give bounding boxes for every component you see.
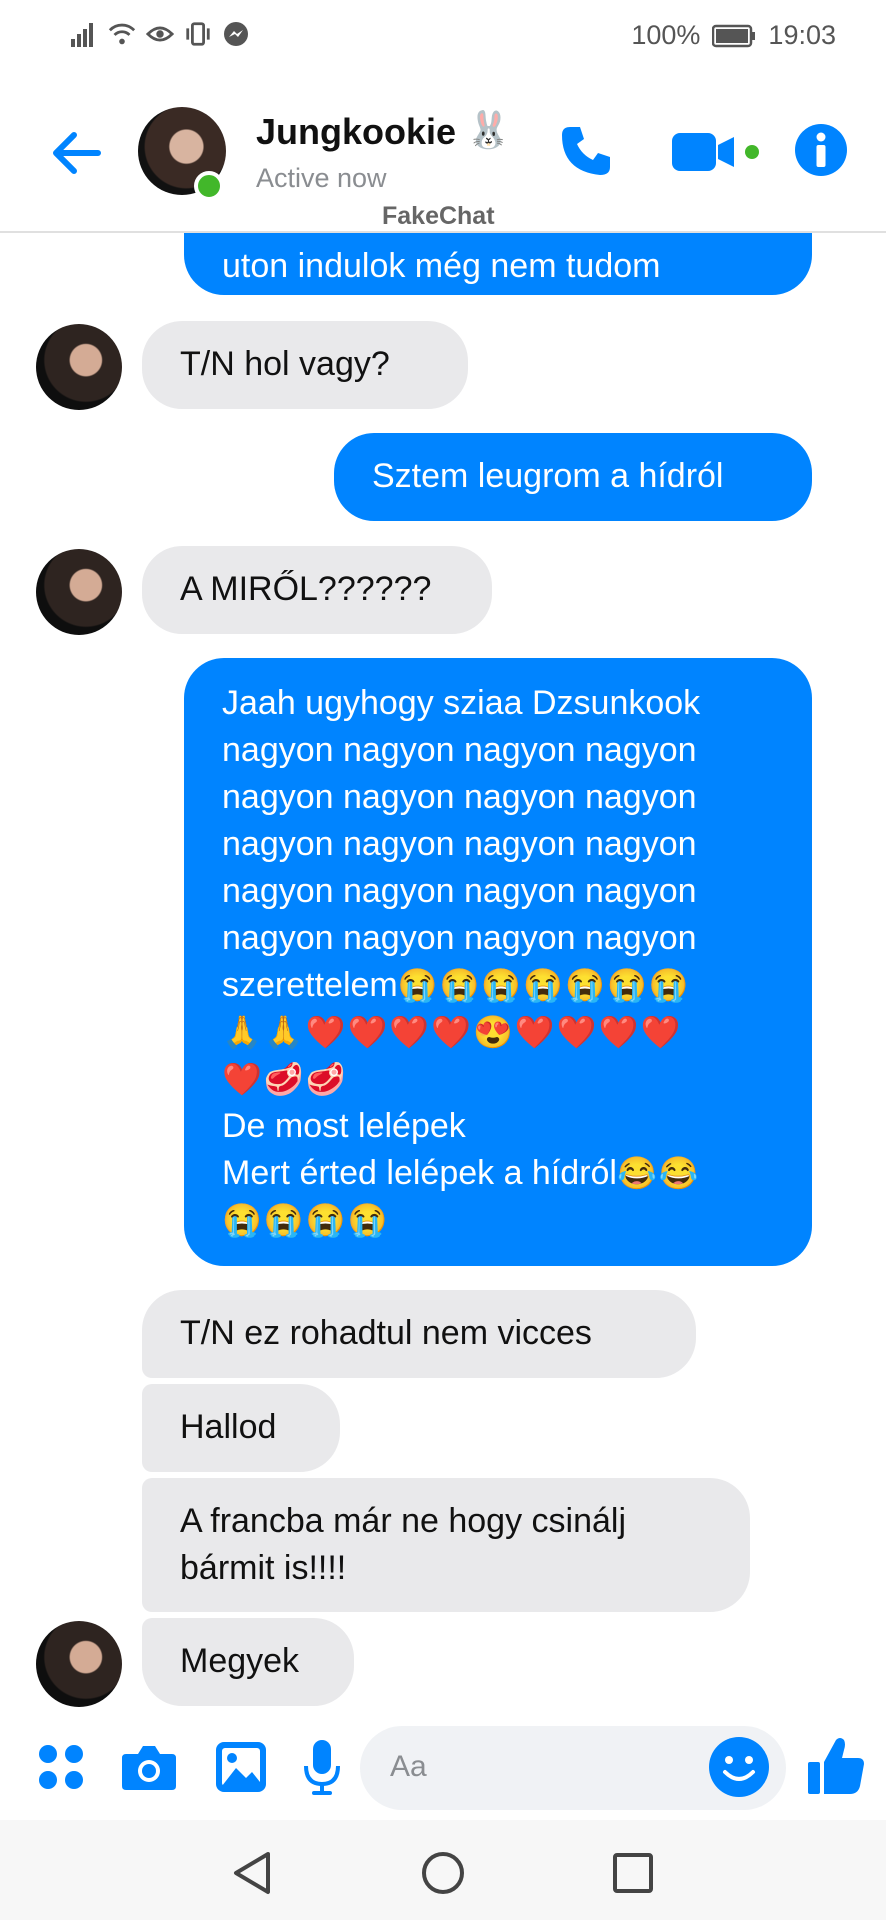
emoji-icon[interactable] — [708, 1736, 770, 1802]
home-circle-icon[interactable] — [420, 1850, 466, 1896]
battery-percent: 100% — [631, 20, 701, 50]
conversation-header: Jungkookie 🐰 Active now FakeChat — [0, 75, 886, 233]
messenger-notification-icon — [222, 20, 250, 48]
message-list[interactable]: uton indulok még nem tudom T/N hol vagy?… — [0, 233, 886, 1711]
incoming-message[interactable]: Megyek — [142, 1618, 354, 1706]
back-arrow-icon[interactable] — [48, 125, 104, 181]
incoming-message[interactable]: T/N hol vagy? — [142, 321, 468, 409]
microphone-icon[interactable] — [302, 1738, 342, 1800]
incoming-message[interactable]: Hallod — [142, 1384, 340, 1472]
outgoing-message[interactable]: Sztem leugrom a hídról — [334, 433, 812, 521]
info-icon[interactable] — [794, 123, 848, 181]
thumbs-up-icon[interactable] — [806, 1734, 866, 1800]
phone-icon[interactable] — [556, 121, 616, 185]
sender-avatar[interactable] — [36, 324, 122, 410]
gallery-icon[interactable] — [214, 1740, 268, 1798]
status-icons-right: 100% 19:03 — [631, 20, 836, 51]
camera-icon[interactable] — [120, 1742, 178, 1796]
outgoing-message[interactable]: Jaah ugyhogy sziaa Dzsunkook nagyon nagy… — [184, 658, 812, 1266]
laughing-emoji-row: 😂😂 — [616, 1155, 701, 1191]
message-composer: Aa — [0, 1712, 886, 1820]
sender-avatar[interactable] — [36, 1621, 122, 1707]
apps-icon[interactable] — [36, 1742, 86, 1796]
crying-emoji-row: 😭😭😭😭😭😭😭 — [397, 967, 691, 1003]
sender-avatar[interactable] — [36, 549, 122, 635]
active-status: Active now — [256, 163, 387, 193]
status-bar: 100% 19:03 — [0, 0, 886, 75]
battery-icon — [712, 22, 756, 50]
back-triangle-icon[interactable] — [230, 1850, 276, 1896]
emoji-row: 🙏🙏❤️❤️❤️❤️😍❤️❤️❤️❤️ — [222, 1014, 683, 1050]
eye-icon — [146, 20, 174, 48]
crying-emoji-row: 😭😭😭😭 — [222, 1202, 390, 1238]
contact-name[interactable]: Jungkookie — [256, 111, 456, 153]
signal-icon — [70, 20, 98, 48]
fakechat-watermark: FakeChat — [382, 202, 495, 230]
wifi-icon — [108, 20, 136, 48]
clock: 19:03 — [768, 20, 836, 50]
system-nav-bar — [0, 1820, 886, 1920]
online-indicator — [194, 171, 224, 201]
emoji-row: ❤️🥩🥩 — [222, 1061, 348, 1097]
bunny-emoji: 🐰 — [466, 110, 511, 151]
status-icons-left — [70, 20, 250, 48]
incoming-message[interactable]: A francba már ne hogy csinálj bármit is!… — [142, 1478, 750, 1612]
video-icon[interactable] — [670, 131, 760, 179]
outgoing-message[interactable]: uton indulok még nem tudom — [184, 233, 812, 295]
recents-square-icon[interactable] — [610, 1850, 656, 1896]
incoming-message[interactable]: A MIRŐL?????? — [142, 546, 492, 634]
incoming-message[interactable]: T/N ez rohadtul nem vicces — [142, 1290, 696, 1378]
vibrate-icon — [184, 20, 212, 48]
